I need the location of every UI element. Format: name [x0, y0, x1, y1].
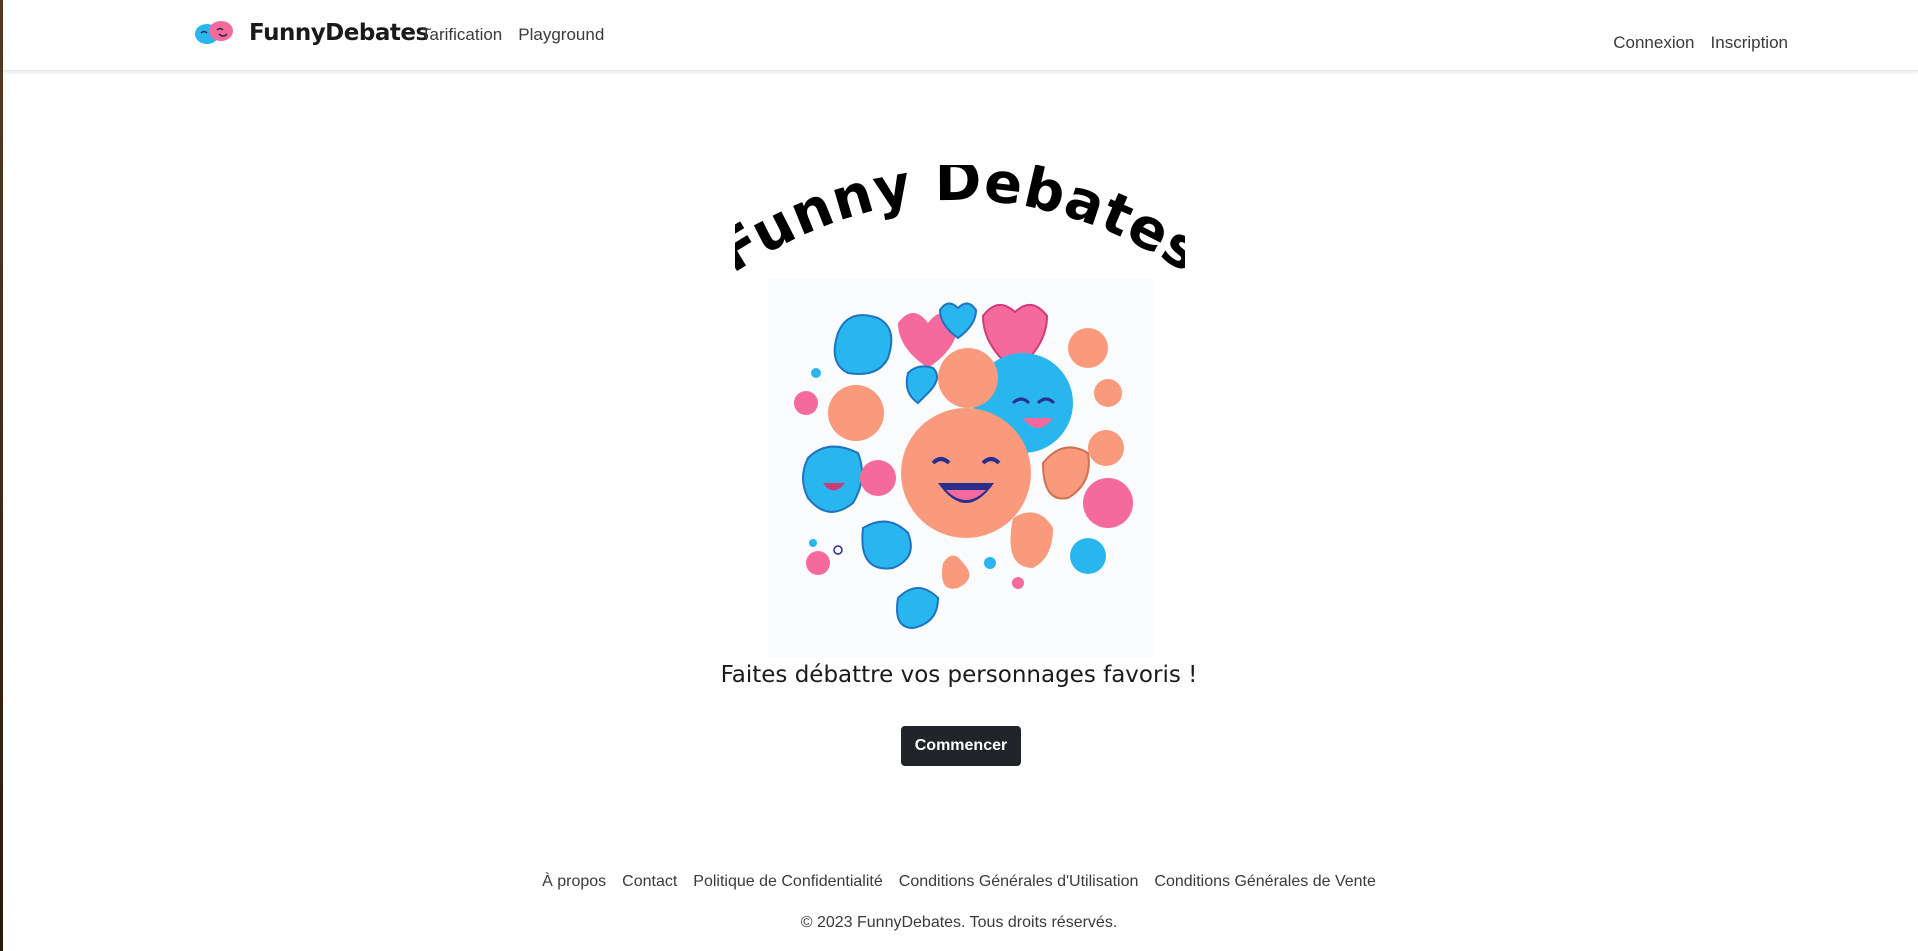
start-button[interactable]: Commencer	[901, 726, 1021, 766]
footer-link-contact[interactable]: Contact	[622, 873, 677, 891]
hero-tagline: Faites débattre vos personnages favoris …	[720, 662, 1198, 688]
brand-link[interactable]: FunnyDebates	[193, 17, 429, 49]
brand-logo-icon	[195, 21, 233, 44]
nav-right: Connexion Inscription	[1597, 33, 1788, 53]
navbar: FunnyDebates Tarification Playground Con…	[3, 0, 1918, 71]
hero-illustration	[768, 278, 1153, 658]
signup-link[interactable]: Inscription	[1711, 33, 1788, 53]
footer-links: À propos Contact Politique de Confidenti…	[0, 873, 1918, 891]
hero-title-arc: Funny Debates	[735, 165, 1185, 285]
nav-link-pricing[interactable]: Tarification	[421, 25, 502, 45]
hero-title: Funny Debates	[735, 165, 1185, 285]
footer-link-terms-of-use[interactable]: Conditions Générales d'Utilisation	[899, 873, 1139, 891]
nav-left: Tarification Playground	[421, 25, 620, 45]
nav-link-playground[interactable]: Playground	[518, 25, 604, 45]
brand-name: FunnyDebates	[249, 20, 429, 46]
svg-text:Funny Debates: Funny Debates	[735, 165, 1185, 285]
footer-link-terms-of-sale[interactable]: Conditions Générales de Vente	[1154, 873, 1375, 891]
footer-link-about[interactable]: À propos	[542, 873, 606, 891]
window-edge	[0, 0, 3, 951]
copyright: © 2023 FunnyDebates. Tous droits réservé…	[800, 914, 1118, 931]
footer-link-privacy[interactable]: Politique de Confidentialité	[693, 873, 882, 891]
login-link[interactable]: Connexion	[1613, 33, 1694, 53]
